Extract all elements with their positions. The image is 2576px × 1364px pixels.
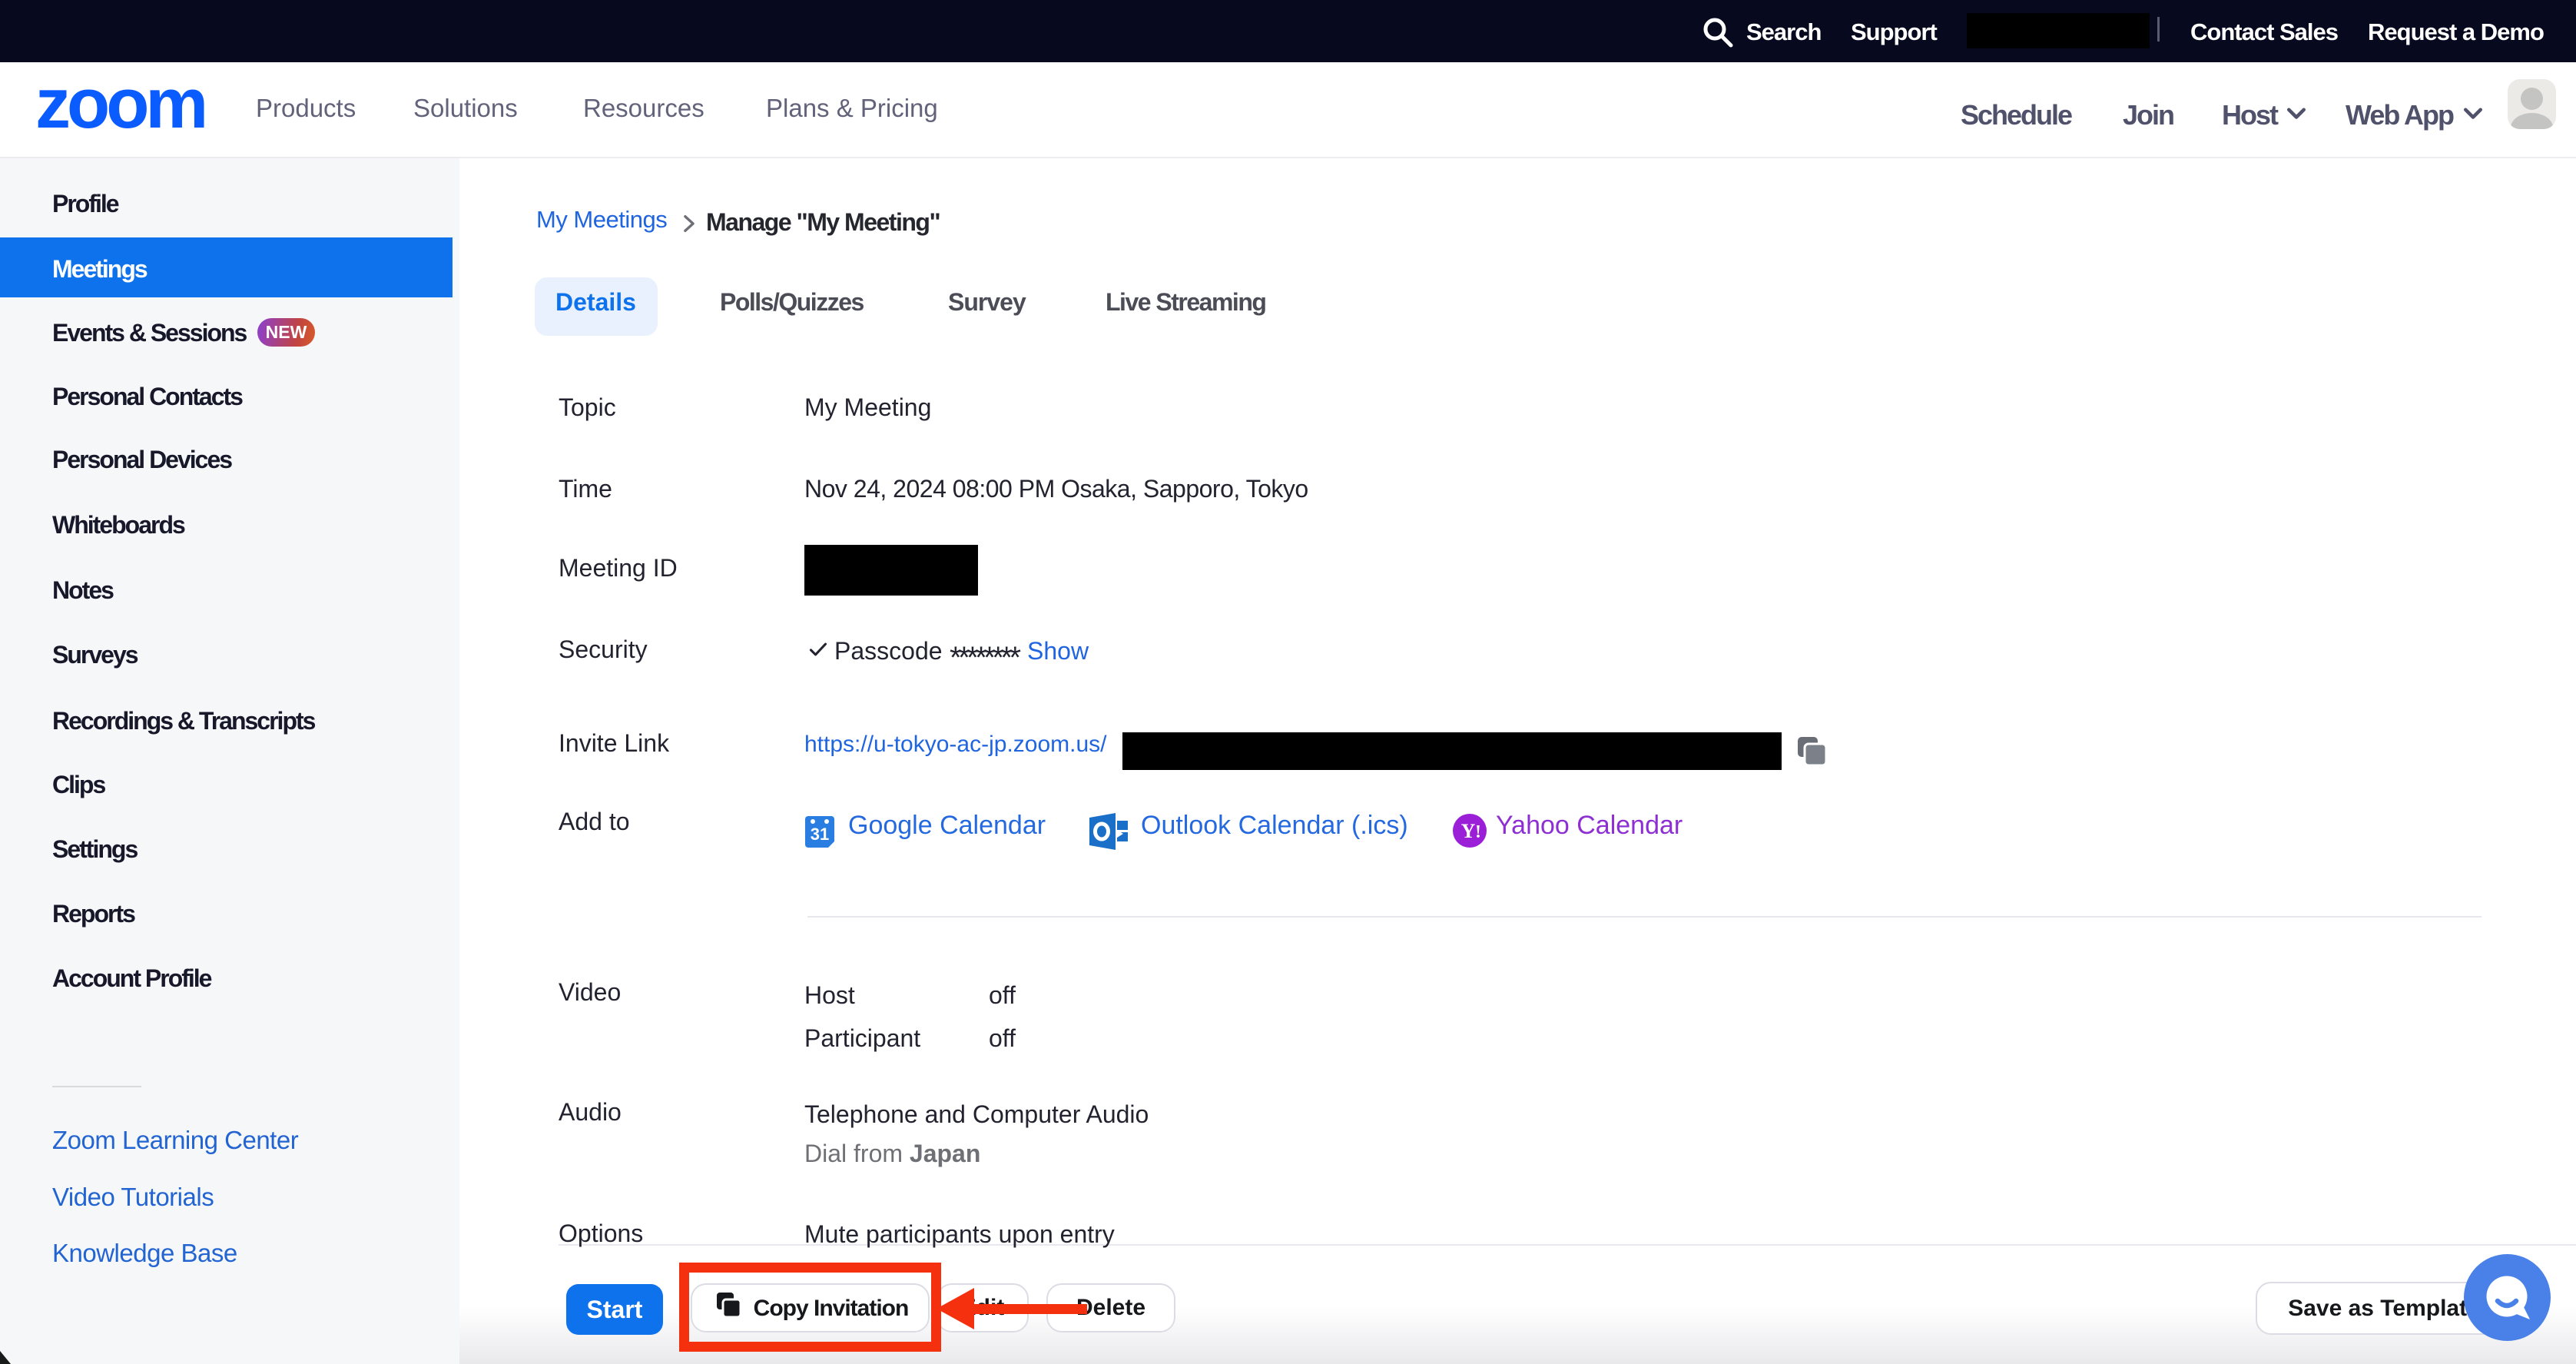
svg-text:31: 31: [811, 825, 829, 844]
svg-text:!: !: [1475, 822, 1481, 842]
svg-text:Y: Y: [1461, 820, 1476, 842]
